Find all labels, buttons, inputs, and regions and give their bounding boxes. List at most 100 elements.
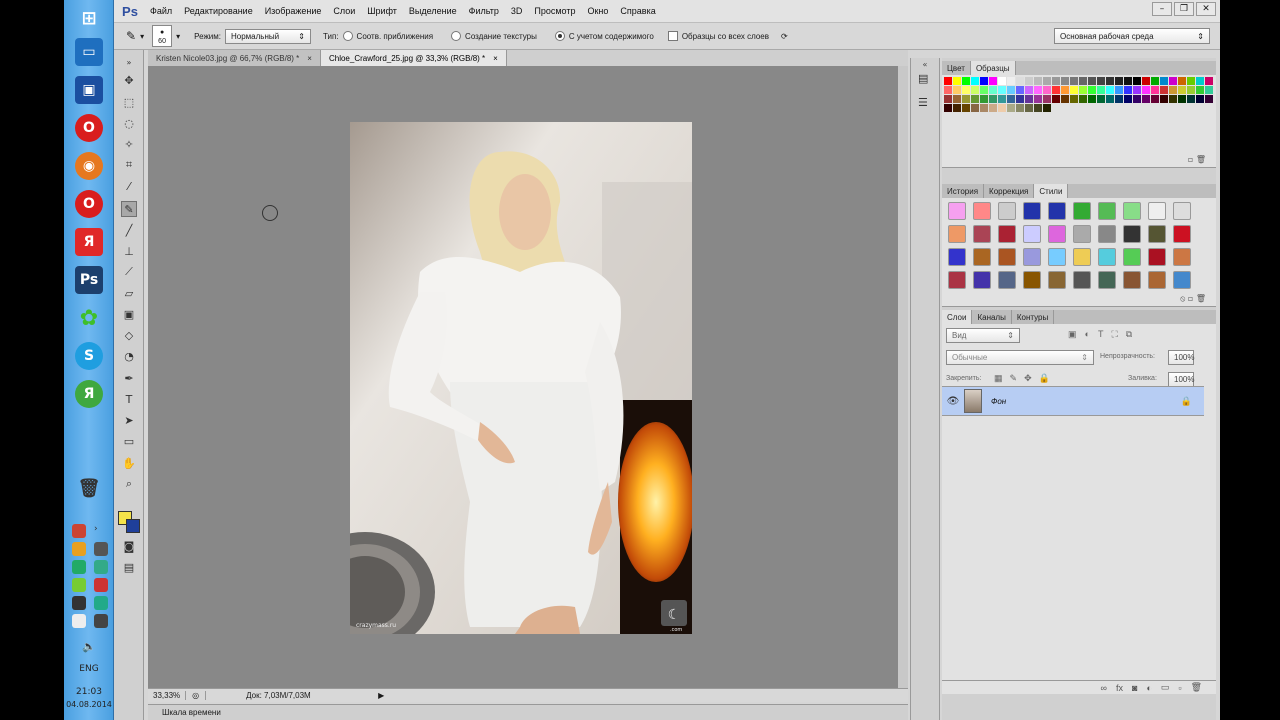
color-swatch[interactable] [1007, 86, 1015, 94]
styles-grid[interactable] [942, 198, 1216, 294]
color-swatch[interactable] [1151, 95, 1159, 103]
color-swatch[interactable] [1106, 86, 1114, 94]
color-swatch[interactable] [1097, 77, 1105, 85]
color-swatch[interactable] [1169, 77, 1177, 85]
layer-row[interactable]: 👁 Фон 🔒 [942, 386, 1204, 416]
yandex-browser-icon[interactable]: Я [75, 228, 103, 256]
pressure-size-icon[interactable]: ⟳ [781, 32, 788, 41]
style-preset[interactable] [998, 271, 1016, 289]
tray-icon[interactable] [72, 614, 86, 628]
color-swatch[interactable] [944, 104, 952, 112]
style-preset[interactable] [998, 248, 1016, 266]
color-swatch[interactable] [1034, 77, 1042, 85]
recycle-bin-icon[interactable]: 🗑 [75, 474, 103, 502]
color-swatch[interactable] [1034, 104, 1042, 112]
color-swatch[interactable] [1196, 86, 1204, 94]
color-swatch[interactable] [1043, 77, 1051, 85]
style-preset[interactable] [1098, 225, 1116, 243]
style-preset[interactable] [998, 202, 1016, 220]
clone-stamp-tool-icon[interactable]: ⊥ [121, 243, 137, 259]
type-tool-icon[interactable]: T [121, 391, 137, 407]
collapse-icon[interactable]: « [911, 60, 939, 69]
timeline-panel[interactable]: Шкала времени [148, 704, 908, 720]
color-swatch[interactable] [1115, 95, 1123, 103]
type-radio-texture[interactable] [451, 31, 462, 41]
color-swatch[interactable] [1043, 95, 1051, 103]
style-preset[interactable] [1048, 248, 1066, 266]
history-icon[interactable]: ▤ [918, 72, 932, 86]
volume-icon[interactable]: 🔈 [64, 640, 114, 653]
color-swatch[interactable] [1097, 95, 1105, 103]
opera-icon-2[interactable]: O [75, 190, 103, 218]
canvas-area[interactable]: ☾ crazymass.ru .com [148, 66, 908, 688]
tab-history[interactable]: История [942, 184, 985, 198]
color-swatch[interactable] [1106, 77, 1114, 85]
workspace-select[interactable]: Основная рабочая среда ⇕ [1054, 28, 1210, 44]
status-icon[interactable]: ◎ [186, 691, 207, 700]
path-selection-tool-icon[interactable]: ➤ [121, 412, 137, 428]
zoom-tool-icon[interactable]: ⌕ [121, 476, 137, 492]
style-preset[interactable] [1173, 225, 1191, 243]
status-menu-arrow-icon[interactable]: ▶ [378, 691, 384, 700]
color-swatch[interactable] [980, 77, 988, 85]
blend-mode-select[interactable]: Обычные ⇕ [946, 350, 1094, 365]
shape-tool-icon[interactable]: ▭ [121, 433, 137, 449]
color-swatch[interactable] [953, 77, 961, 85]
lock-position-icon[interactable]: ✥ [1024, 373, 1032, 384]
language-indicator[interactable]: ENG [64, 664, 114, 674]
style-preset[interactable] [1073, 248, 1091, 266]
color-swatch[interactable] [1124, 95, 1132, 103]
filter-smart-icon[interactable]: ⧉ [1126, 329, 1132, 340]
opera-icon[interactable]: O [75, 114, 103, 142]
crop-tool-icon[interactable]: ⌗ [121, 157, 137, 173]
menu-3d[interactable]: 3D [511, 6, 523, 16]
color-swatch[interactable] [1052, 95, 1060, 103]
color-swatch[interactable] [1124, 77, 1132, 85]
color-swatch[interactable] [962, 86, 970, 94]
tray-icon[interactable] [94, 578, 108, 592]
color-swatch[interactable] [1178, 95, 1186, 103]
color-swatch[interactable] [971, 77, 979, 85]
style-preset[interactable] [1173, 248, 1191, 266]
color-swatch[interactable] [971, 86, 979, 94]
style-preset[interactable] [1123, 271, 1141, 289]
menu-image[interactable]: Изображение [265, 6, 322, 16]
desktop-icon[interactable]: ▭ [75, 38, 103, 66]
color-swatch[interactable] [1079, 77, 1087, 85]
tray-icon[interactable] [72, 542, 86, 556]
color-swatch[interactable] [1133, 95, 1141, 103]
color-swatch[interactable] [1169, 86, 1177, 94]
color-swatch[interactable] [953, 95, 961, 103]
filter-shape-icon[interactable]: ⛶ [1111, 329, 1117, 340]
skype-icon[interactable]: S [75, 342, 103, 370]
eraser-tool-icon[interactable]: ▱ [121, 285, 137, 301]
minimize-button[interactable]: – [1152, 2, 1172, 16]
style-preset[interactable] [948, 225, 966, 243]
style-preset[interactable] [948, 202, 966, 220]
style-preset[interactable] [1148, 271, 1166, 289]
color-swatch[interactable] [1178, 77, 1186, 85]
color-swatch[interactable] [1070, 95, 1078, 103]
style-preset[interactable] [998, 225, 1016, 243]
tab-channels[interactable]: Каналы [972, 310, 1012, 324]
menu-type[interactable]: Шрифт [367, 6, 397, 16]
color-swatch[interactable] [1115, 86, 1123, 94]
firefox-icon[interactable]: ◉ [75, 152, 103, 180]
style-preset[interactable] [1123, 225, 1141, 243]
layer-style-icon[interactable]: fx [1116, 683, 1123, 693]
tray-icon[interactable] [94, 560, 108, 574]
color-swatch[interactable] [1007, 77, 1015, 85]
color-swatch[interactable] [1160, 86, 1168, 94]
color-swatch[interactable] [1142, 95, 1150, 103]
tray-icon[interactable] [72, 578, 86, 592]
menu-filter[interactable]: Фильтр [469, 6, 499, 16]
color-swatch[interactable] [1169, 95, 1177, 103]
color-swatch[interactable] [944, 86, 952, 94]
clear-style-icon[interactable]: ⦸ [1180, 294, 1185, 303]
color-swatch[interactable] [1052, 86, 1060, 94]
style-preset[interactable] [1123, 202, 1141, 220]
fill-input[interactable]: 100% [1168, 372, 1194, 387]
eyedropper-tool-icon[interactable]: ⁄ [121, 178, 137, 194]
trash-icon[interactable]: 🗑 [1196, 155, 1206, 164]
style-preset[interactable] [1173, 202, 1191, 220]
